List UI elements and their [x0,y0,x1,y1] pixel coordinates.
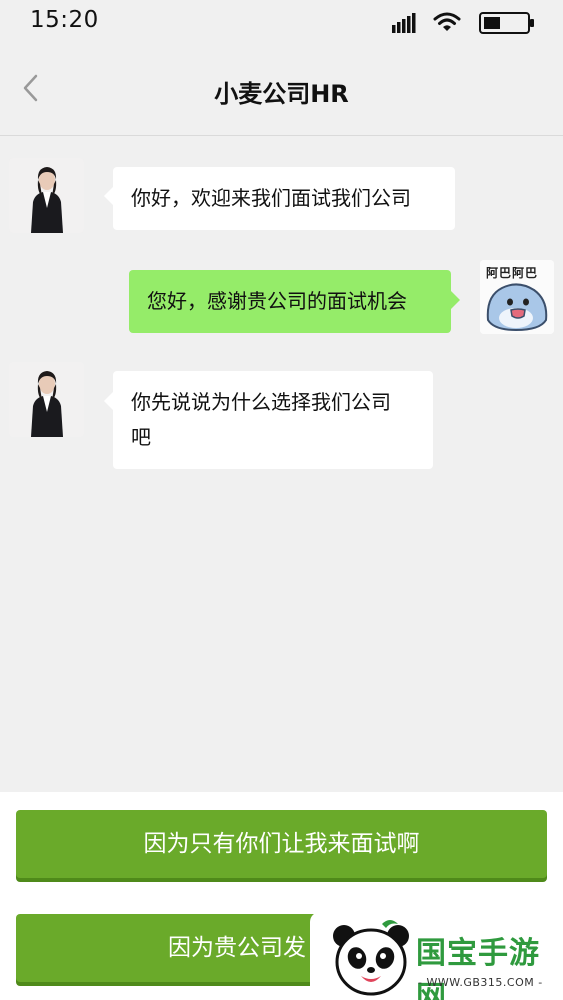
reply-option-2-label: 因为贵公司发 [168,935,306,961]
message-list[interactable]: 你好，欢迎来我们面试我们公司 您好，感谢贵公司的面试机会 阿巴阿巴 你先说说为什… [0,137,563,792]
bubble-tail [104,392,113,410]
hr-avatar[interactable] [9,362,84,437]
chat-header: 小麦公司HR [0,44,563,136]
watermark-url: - WWW.GB315.COM - [418,976,543,989]
message-bubble-hr-2[interactable]: 你先说说为什么选择我们公司 吧 [113,371,433,469]
message-bubble-hr-1[interactable]: 你好，欢迎来我们面试我们公司 [113,167,455,230]
chat-title: 小麦公司HR [214,80,349,108]
status-time: 15:20 [30,7,99,33]
status-icons [335,11,535,35]
hr-avatar[interactable] [9,158,84,233]
message-text: 您好，感谢贵公司的面试机会 [147,289,407,313]
bubble-tail [451,291,460,309]
sticker-caption: 阿巴阿巴 [486,266,539,280]
bubble-tail [104,187,113,205]
signal-icon [392,13,416,33]
watermark-title: 国宝手游网 [416,936,540,1000]
battery-icon [479,12,534,34]
self-avatar[interactable]: 阿巴阿巴 [480,260,554,334]
message-text-line: 你先说说为什么选择我们公司 [131,390,391,414]
wifi-icon [433,12,461,31]
message-text-line: 吧 [131,425,151,449]
hr-avatar-image [9,362,84,437]
status-bar: 15:20 [0,0,563,44]
site-watermark: 国宝手游网 - WWW.GB315.COM - [310,912,563,1000]
hr-avatar-image [9,158,84,233]
reply-option-1[interactable]: 因为只有你们让我来面试啊 [16,810,547,878]
message-bubble-self-1[interactable]: 您好，感谢贵公司的面试机会 [129,270,451,333]
message-text: 你好，欢迎来我们面试我们公司 [131,186,411,210]
panda-logo-icon [333,920,409,996]
